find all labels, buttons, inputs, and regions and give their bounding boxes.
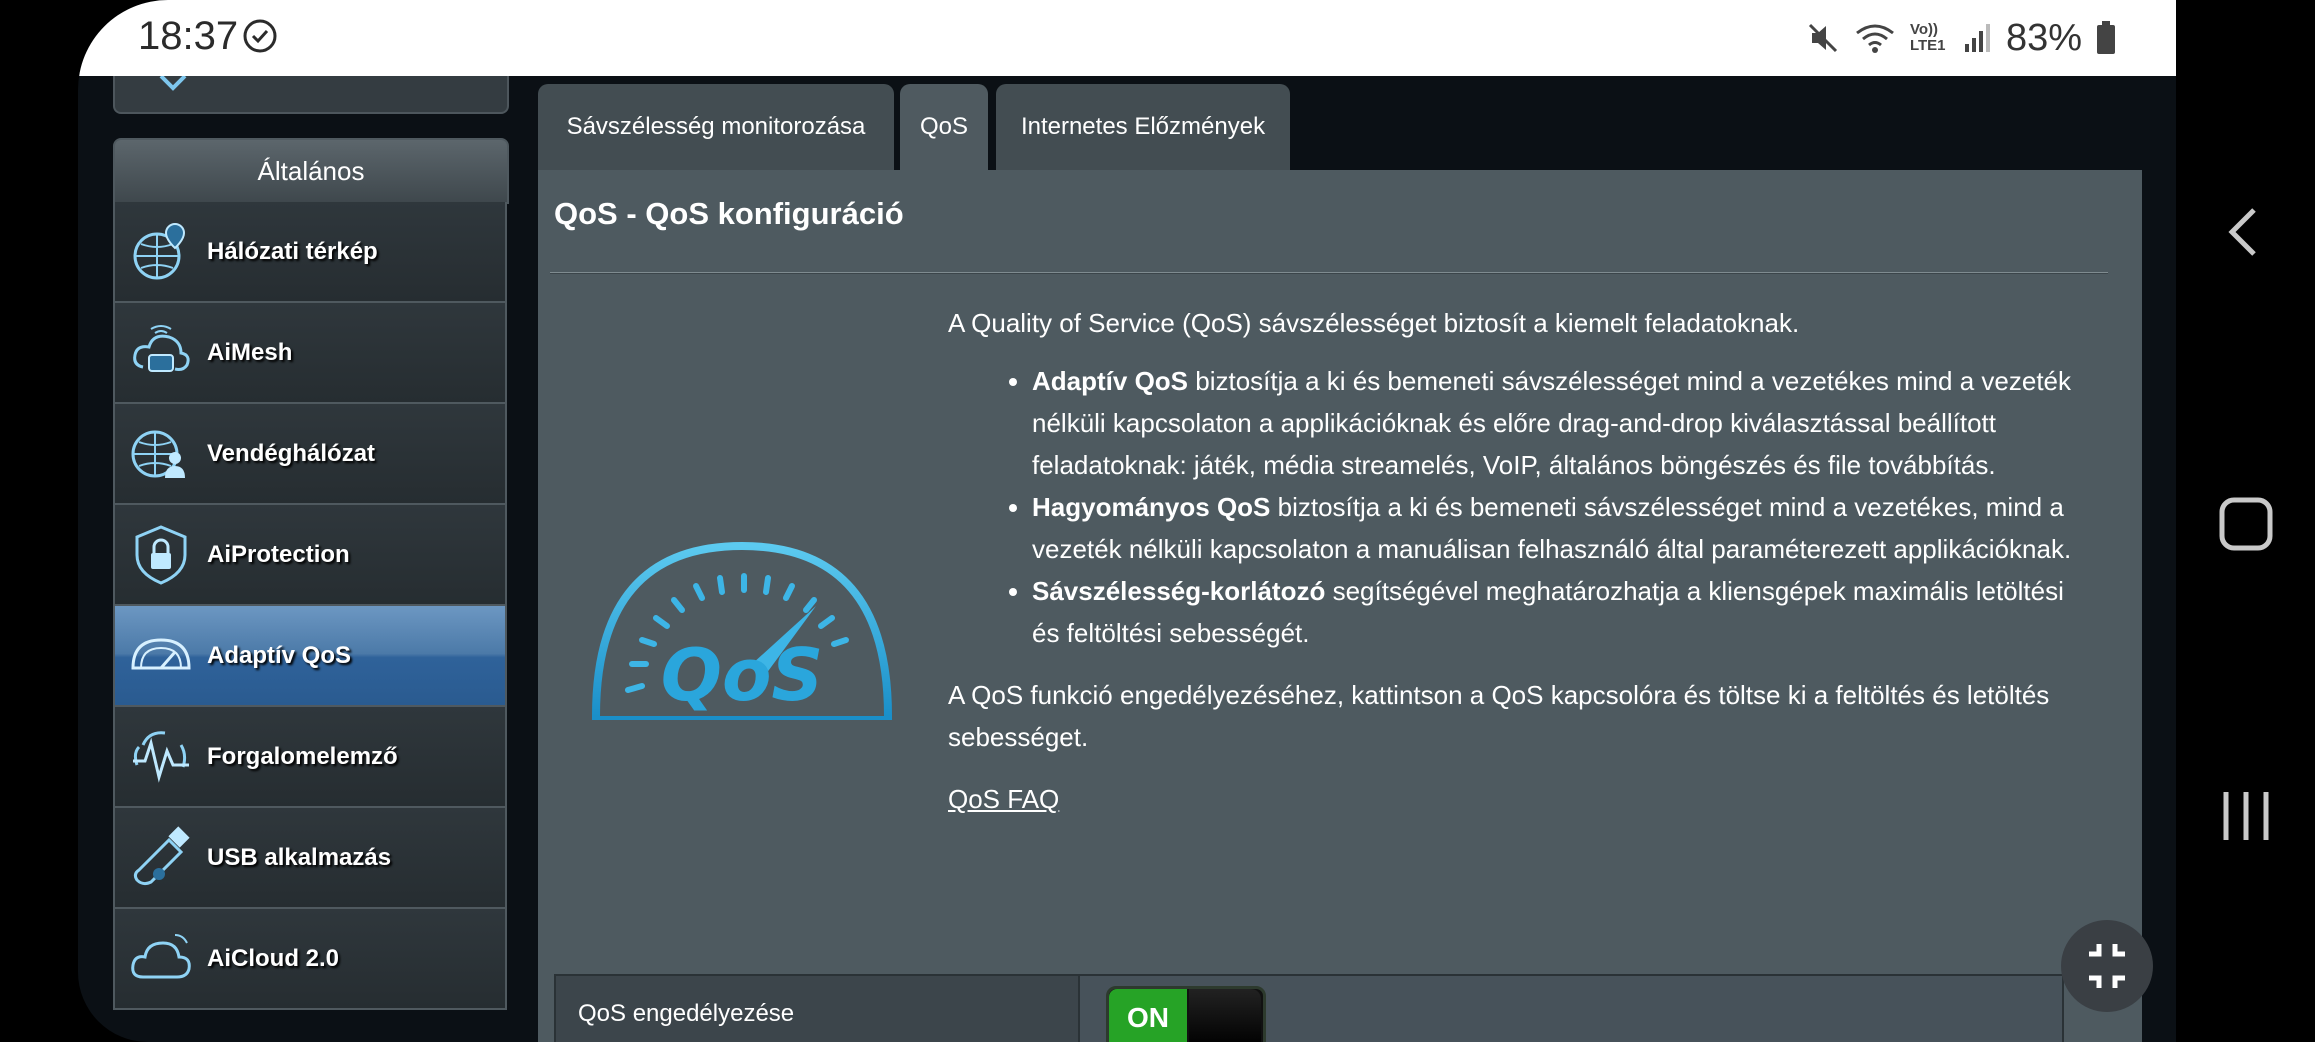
feature-name: Adaptív QoS: [1032, 366, 1189, 396]
battery-icon: [2097, 21, 2115, 54]
title-divider: [550, 272, 2108, 274]
sidebar-item-guest-network[interactable]: Vendéghálózat: [113, 404, 507, 505]
qos-description: A Quality of Service (QoS) sávszélessége…: [948, 302, 2098, 820]
recent-apps-icon[interactable]: [2216, 786, 2276, 846]
feature-name: Sávszélesség-korlátozó: [1032, 576, 1326, 606]
back-icon[interactable]: [2216, 202, 2276, 262]
network-type-label: Vo)) LTE1: [1909, 21, 1946, 54]
feature-list: Adaptív QoS biztosítja a ki és bemeneti …: [948, 360, 2098, 654]
tab-internet-history[interactable]: Internetes Előzmények: [996, 84, 1290, 170]
check-circle-icon: [243, 19, 277, 53]
collapse-icon: [2089, 944, 2125, 988]
shield-lock-icon: [135, 524, 187, 585]
page-title: QoS - QoS konfiguráció: [554, 196, 904, 231]
home-icon[interactable]: [2216, 494, 2276, 554]
usb-icon: [133, 825, 190, 885]
sidebar-item-label: USB alkalmazás: [207, 843, 392, 871]
sidebar-item-network-map[interactable]: Hálózati térkép: [113, 202, 507, 303]
guest-network-icon: [131, 430, 185, 478]
aimesh-icon: [133, 324, 190, 372]
sidebar-top-card: [113, 76, 509, 114]
sidebar-item-aicloud[interactable]: AiCloud 2.0: [113, 909, 507, 1010]
toggle-on-label: ON: [1109, 989, 1187, 1042]
partial-icon: [159, 76, 187, 91]
signal-icon: [1964, 24, 1990, 52]
tab-qos[interactable]: QoS: [900, 84, 988, 170]
sidebar-item-label: AiProtection: [207, 540, 350, 568]
content-panel: QoS - QoS konfiguráció QoS A Quality of …: [538, 170, 2142, 1042]
feature-name: Hagyományos QoS: [1032, 492, 1271, 522]
tab-bandwidth-monitor[interactable]: Sávszélesség monitorozása: [538, 84, 894, 170]
qos-enable-label: QoS engedélyezése: [556, 976, 1080, 1042]
sidebar-item-usb-application[interactable]: USB alkalmazás: [113, 808, 507, 909]
feature-text: biztosítja a ki és bemeneti sávszélesség…: [1032, 366, 2072, 480]
phone-screen: 18:37 Vo)) LTE1 83% Általános Hálózati t…: [78, 0, 2176, 1042]
qos-enable-toggle[interactable]: ON: [1106, 986, 1266, 1042]
sidebar-item-label: Hálózati térkép: [207, 237, 378, 265]
status-time: 18:37: [138, 14, 239, 58]
sidebar-menu: Hálózati térkép AiMesh Vendéghálózat AiP…: [113, 202, 507, 1010]
exit-fullscreen-button[interactable]: [2061, 920, 2153, 1012]
navigation-bar: [2176, 0, 2315, 1042]
qos-faq-link[interactable]: QoS FAQ: [948, 778, 1059, 820]
cloud-icon: [131, 933, 191, 978]
qos-logo-text: QoS: [661, 633, 824, 717]
status-icons: Vo)) LTE1 83%: [1806, 14, 2116, 62]
wifi-icon: [1856, 24, 1894, 53]
sidebar-item-adaptive-qos[interactable]: Adaptív QoS: [113, 606, 507, 707]
list-item: Sávszélesség-korlátozó segítségével megh…: [1032, 570, 2098, 654]
intro-text: A Quality of Service (QoS) sávszélessége…: [948, 308, 1800, 338]
sidebar-item-label: AiMesh: [207, 338, 293, 366]
sidebar-item-label: Adaptív QoS: [207, 641, 352, 669]
mute-icon: [1808, 23, 1837, 53]
network-map-icon: [133, 222, 186, 279]
speedometer-icon: [131, 637, 191, 669]
traffic-analyzer-icon: [133, 730, 189, 783]
sidebar-section-title: Általános: [113, 138, 509, 204]
battery-percent: 83%: [2005, 16, 2082, 59]
sidebar-item-aimesh[interactable]: AiMesh: [113, 303, 507, 404]
sidebar-item-traffic-analyzer[interactable]: Forgalomelemző: [113, 707, 507, 808]
sidebar-item-label: AiCloud 2.0: [207, 944, 340, 972]
sidebar-item-label: Vendéghálózat: [207, 439, 376, 467]
enable-note: A QoS funkció engedélyezéséhez, kattints…: [948, 680, 2050, 752]
status-bar: 18:37 Vo)) LTE1 83%: [78, 0, 2176, 76]
toggle-knob: [1189, 989, 1261, 1042]
qos-enable-row: QoS engedélyezése ON: [554, 974, 2064, 1042]
list-item: Adaptív QoS biztosítja a ki és bemeneti …: [1032, 360, 2098, 486]
qos-logo-icon: QoS: [592, 541, 892, 720]
sidebar-item-label: Forgalomelemző: [207, 742, 398, 770]
sidebar-item-aiprotection[interactable]: AiProtection: [113, 505, 507, 606]
list-item: Hagyományos QoS biztosítja a ki és bemen…: [1032, 486, 2098, 570]
